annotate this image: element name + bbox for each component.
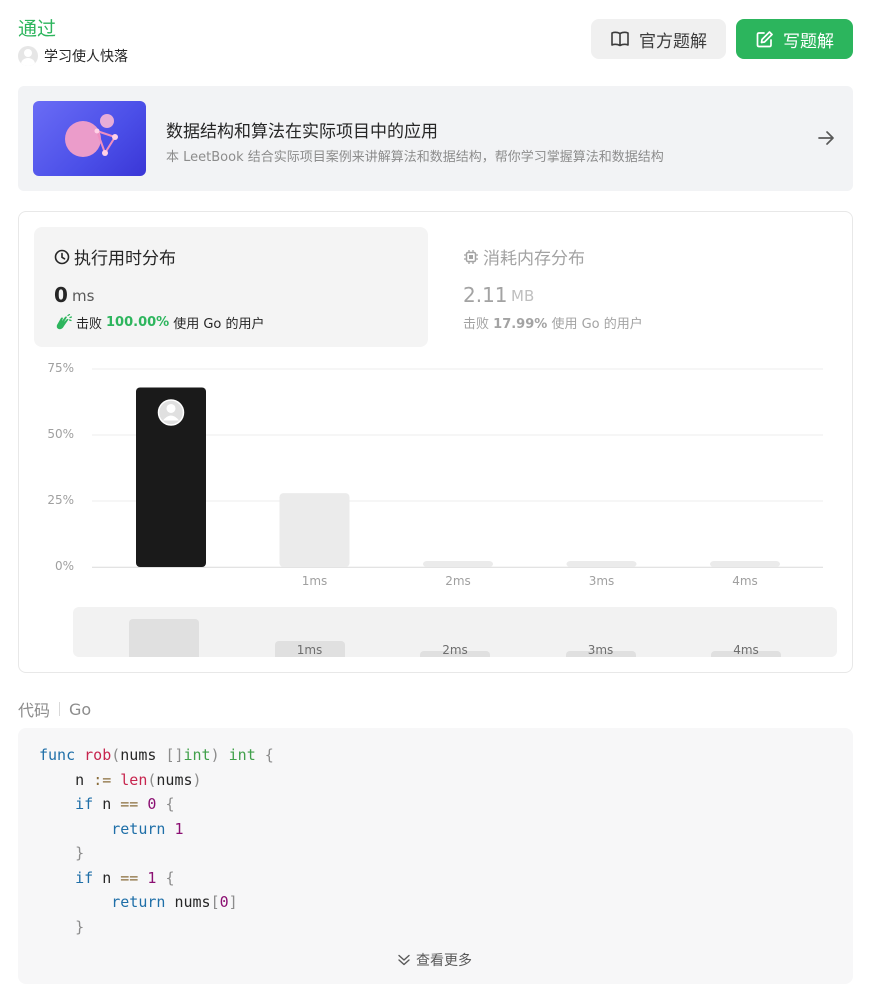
x-tick-label: 3ms <box>588 574 615 588</box>
clapping-hands-icon <box>56 313 72 329</box>
x-tick-label: 1ms <box>301 574 328 588</box>
memory-value: 2.11 <box>463 283 508 307</box>
x-tick-label: 4ms <box>732 574 758 588</box>
code-section-label: 代码 Go <box>18 697 91 721</box>
chip-icon <box>464 249 478 264</box>
code-content: func rob(nums []int) int { n := len(nums… <box>39 746 274 936</box>
code-label: 代码 <box>18 701 51 720</box>
leetbook-cover-image <box>33 101 146 176</box>
runtime-value: 0 <box>54 283 68 307</box>
runtime-unit: ms <box>72 287 95 305</box>
double-chevron-down-icon <box>398 954 410 966</box>
submission-status: 通过 <box>18 18 57 40</box>
runtime-title: 执行用时分布 <box>54 244 176 269</box>
arrow-right-icon[interactable] <box>816 128 836 148</box>
official-solution-button[interactable]: 官方题解 <box>591 19 726 59</box>
clock-icon <box>54 249 70 264</box>
memory-tab[interactable]: 消耗内存分布 <box>463 244 585 269</box>
leetbook-description: 本 LeetBook 结合实际项目案例来讲解算法和数据结构，帮你学习掌握算法和数… <box>166 150 664 165</box>
y-tick-label: 25% <box>47 493 74 507</box>
code-language: Go <box>69 699 92 719</box>
minimap-label: 3ms <box>587 643 614 657</box>
official-solution-label: 官方题解 <box>639 31 707 52</box>
user-name: 学习使人快落 <box>44 49 128 65</box>
y-tick-label: 50% <box>47 427 74 441</box>
y-tick-label: 75% <box>47 361 74 375</box>
write-solution-label: 写题解 <box>783 31 834 52</box>
minimap-bar <box>129 618 199 657</box>
minimap-label: 2ms <box>442 643 468 657</box>
user-avatar <box>18 46 38 66</box>
leetbook-title: 数据结构和算法在实际项目中的应用 <box>166 122 438 142</box>
show-more-button[interactable]: 查看更多 <box>397 950 472 970</box>
runtime-beats: 击败 100.00% 使用 Go 的用户 <box>54 313 265 332</box>
minimap-label: 4ms <box>733 643 759 657</box>
minimap-label: 1ms <box>296 643 323 657</box>
book-icon <box>611 31 629 47</box>
user-info[interactable]: 学习使人快落 <box>18 46 128 66</box>
memory-beats: 击败 17.99% 使用 Go 的用户 <box>463 317 643 332</box>
y-tick-label: 0% <box>54 559 74 573</box>
memory-unit: MB <box>511 287 535 305</box>
write-solution-button[interactable]: 写题解 <box>736 19 853 59</box>
x-tick-label: 2ms <box>445 574 471 588</box>
edit-icon <box>756 30 773 47</box>
